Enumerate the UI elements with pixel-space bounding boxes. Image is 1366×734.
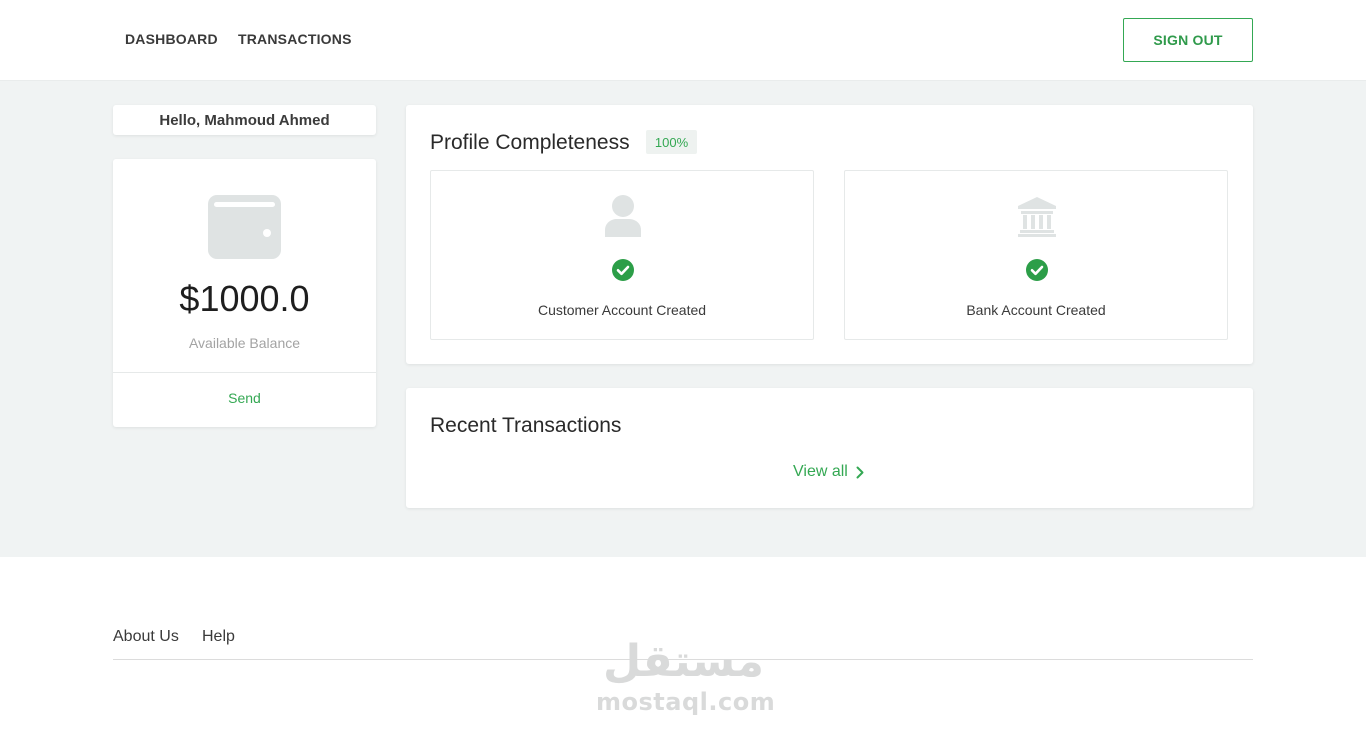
balance-label: Available Balance	[188, 335, 301, 351]
send-link[interactable]: Send	[113, 390, 376, 406]
nav-transactions-link[interactable]: TRANSACTIONS	[238, 31, 352, 47]
footer-help-link[interactable]: Help	[202, 628, 235, 646]
balance-card: $1000.0 Available Balance Send	[113, 159, 376, 427]
check-circle-icon	[612, 259, 634, 281]
chevron-right-icon	[856, 466, 864, 478]
top-navbar: DASHBOARD TRANSACTIONS SIGN OUT	[0, 0, 1366, 81]
greeting-text: Hello, Mahmoud Ahmed	[159, 111, 330, 129]
step-label: Customer Account Created	[537, 302, 707, 318]
divider	[113, 372, 376, 373]
recent-transactions-title: Recent Transactions	[430, 414, 622, 437]
view-all-link[interactable]: View all	[793, 463, 864, 481]
greeting-card: Hello, Mahmoud Ahmed	[113, 105, 376, 135]
bank-account-step: Bank Account Created	[844, 170, 1228, 340]
step-label: Bank Account Created	[966, 302, 1106, 318]
profile-title: Profile Completeness	[430, 131, 630, 154]
footer-about-link[interactable]: About Us	[113, 628, 179, 646]
view-all-label: View all	[793, 463, 848, 480]
sign-out-button[interactable]: SIGN OUT	[1123, 18, 1253, 62]
profile-completeness-card: Profile Completeness 100% Customer Accou…	[406, 105, 1253, 364]
recent-transactions-card: Recent Transactions View all	[406, 388, 1253, 508]
profile-percent-badge: 100%	[646, 130, 697, 154]
customer-account-step: Customer Account Created	[430, 170, 814, 340]
user-icon	[605, 195, 641, 237]
balance-amount: $1000.0	[179, 278, 310, 319]
nav-dashboard-link[interactable]: DASHBOARD	[125, 31, 218, 47]
watermark-latin: mostaql.com	[596, 688, 776, 716]
watermark-logo: مستقل mostaql.com	[596, 636, 776, 722]
bank-icon	[1018, 197, 1056, 237]
wallet-icon	[208, 195, 281, 259]
dashboard-main: Hello, Mahmoud Ahmed $1000.0 Available B…	[0, 81, 1366, 557]
watermark-arabic: مستقل	[603, 636, 764, 687]
check-circle-icon	[1026, 259, 1048, 281]
